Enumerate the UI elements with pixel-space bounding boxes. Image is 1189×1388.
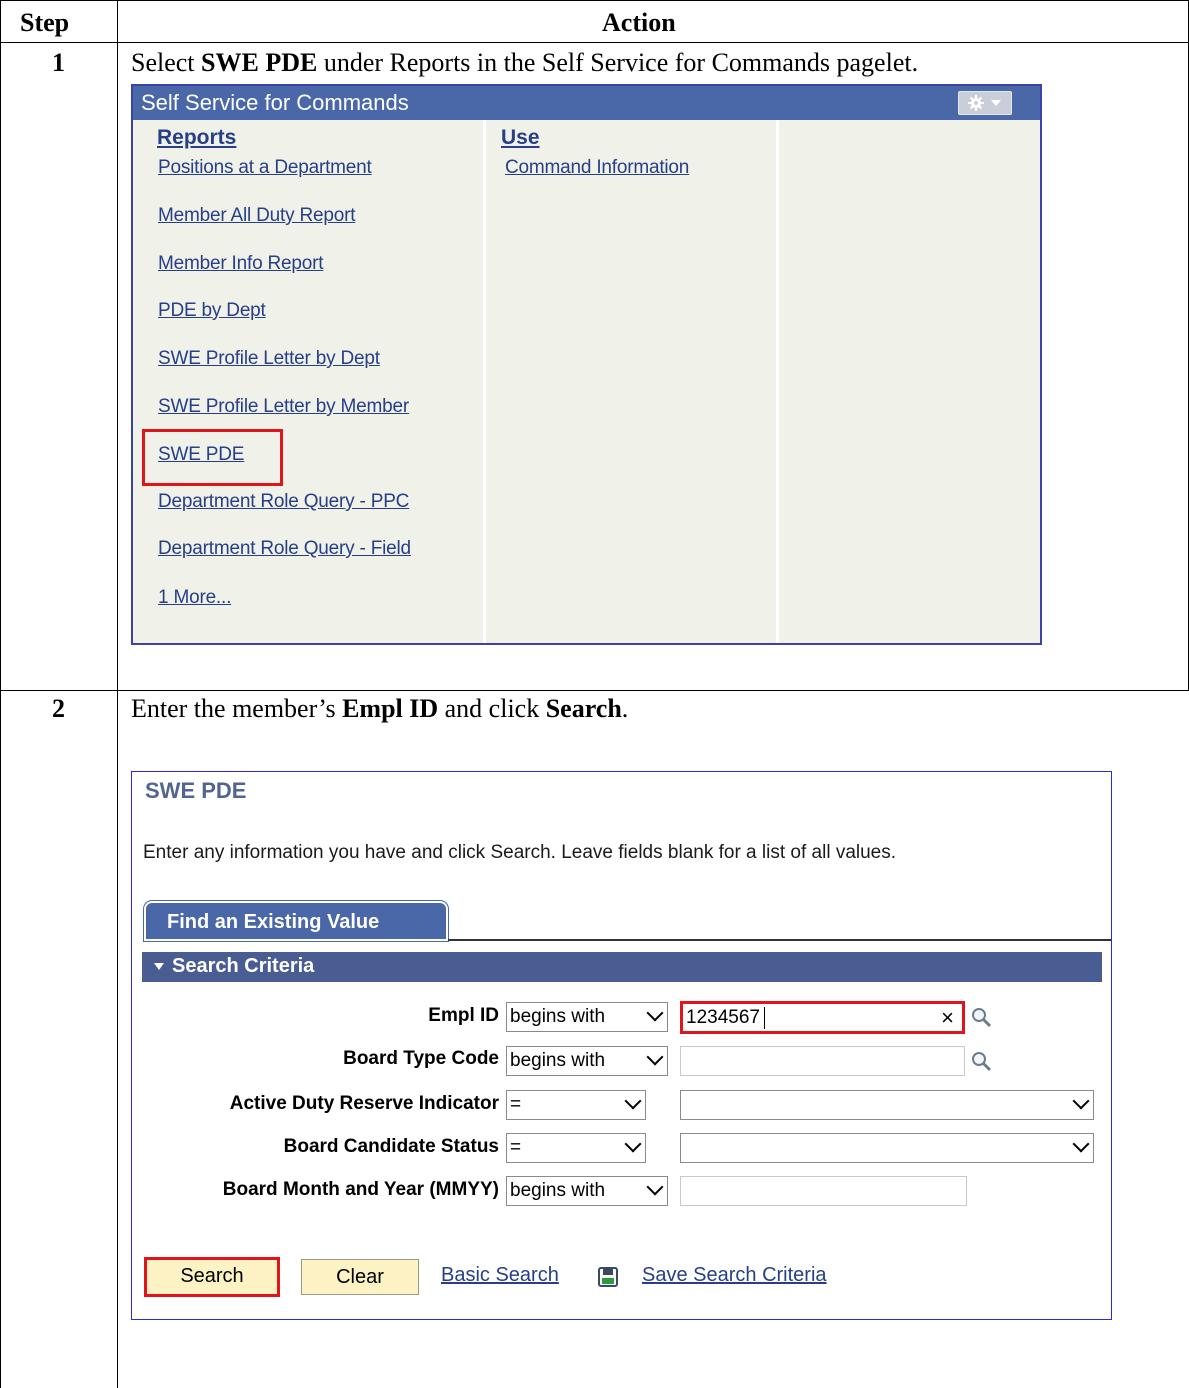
clear-x-icon[interactable]: × xyxy=(941,1005,954,1031)
board-type-code-operator-select[interactable]: begins with xyxy=(506,1046,668,1076)
table-top-border xyxy=(0,0,1189,1)
link-command-information[interactable]: Command Information xyxy=(505,157,689,179)
table-left-border xyxy=(0,0,1,1388)
lookup-magnifier-icon[interactable] xyxy=(970,1050,992,1072)
step-1-instruction: Select SWE PDE under Reports in the Self… xyxy=(131,48,919,77)
pagelet-column-separator xyxy=(483,120,486,643)
tab-find-existing-value[interactable]: Find an Existing Value xyxy=(144,901,448,941)
operator-value: = xyxy=(510,1137,522,1158)
swe-pde-search-page: SWE PDE Enter any information you have a… xyxy=(131,771,1112,1320)
link-pde-by-dept[interactable]: PDE by Dept xyxy=(158,300,266,322)
chevron-down-icon xyxy=(1072,1092,1090,1110)
use-heading[interactable]: Use xyxy=(501,126,540,150)
active-duty-value-select[interactable] xyxy=(680,1090,1094,1120)
table-column-divider xyxy=(117,0,118,1388)
header-step: Step xyxy=(20,8,70,37)
pagelet-titlebar: Self Service for Commands xyxy=(133,86,1040,120)
active-duty-reserve-indicator-label: Active Duty Reserve Indicator xyxy=(229,1093,499,1114)
empl-id-operator-select[interactable]: begins with xyxy=(506,1002,668,1032)
active-duty-operator-select[interactable]: = xyxy=(506,1090,646,1120)
tab-label: Find an Existing Value xyxy=(167,911,380,933)
clear-button[interactable]: Clear xyxy=(301,1259,419,1295)
table-row-divider xyxy=(0,690,1189,691)
board-candidate-status-label: Board Candidate Status xyxy=(283,1136,499,1157)
document-table: Step Action 1 Select SWE PDE under Repor… xyxy=(0,0,1189,1388)
operator-value: begins with xyxy=(510,1180,606,1201)
chevron-down-icon xyxy=(646,1048,664,1066)
step-number-1: 1 xyxy=(52,48,65,77)
board-type-code-input[interactable] xyxy=(680,1046,965,1076)
chevron-down-icon xyxy=(624,1135,642,1153)
step-number-2: 2 xyxy=(52,694,65,723)
lookup-magnifier-icon[interactable] xyxy=(970,1006,992,1028)
empl-id-input[interactable]: 1234567 × xyxy=(680,1001,965,1034)
chevron-down-icon xyxy=(991,100,1001,106)
reports-heading[interactable]: Reports xyxy=(157,126,236,150)
pagelet-column-separator xyxy=(776,120,779,643)
link-department-role-query-field[interactable]: Department Role Query - Field xyxy=(158,538,411,560)
board-candidate-status-operator-select[interactable]: = xyxy=(506,1133,646,1163)
board-month-year-label: Board Month and Year (MMYY) xyxy=(222,1179,499,1200)
save-icon[interactable] xyxy=(597,1266,619,1288)
table-header-divider xyxy=(0,42,1189,43)
link-swe-profile-letter-by-member[interactable]: SWE Profile Letter by Member xyxy=(158,396,409,418)
page-title: SWE PDE xyxy=(145,778,247,803)
chevron-down-icon xyxy=(646,1004,664,1022)
link-member-all-duty-report[interactable]: Member All Duty Report xyxy=(158,205,355,227)
link-department-role-query-ppc[interactable]: Department Role Query - PPC xyxy=(158,491,409,513)
board-month-year-input[interactable] xyxy=(680,1176,967,1206)
empl-id-label: Empl ID xyxy=(428,1005,499,1026)
link-more[interactable]: 1 More... xyxy=(158,587,231,609)
page-description: Enter any information you have and click… xyxy=(143,842,897,863)
empl-id-value: 1234567 xyxy=(686,1007,760,1028)
board-month-year-operator-select[interactable]: begins with xyxy=(506,1176,668,1206)
highlight-swe-pde xyxy=(142,429,283,486)
save-search-criteria-link[interactable]: Save Search Criteria xyxy=(642,1264,827,1287)
pagelet-options-button[interactable] xyxy=(958,91,1012,115)
link-member-info-report[interactable]: Member Info Report xyxy=(158,253,324,275)
link-swe-profile-letter-by-dept[interactable]: SWE Profile Letter by Dept xyxy=(158,348,380,370)
chevron-down-icon xyxy=(624,1092,642,1110)
header-action: Action xyxy=(602,8,676,37)
pagelet-title: Self Service for Commands xyxy=(141,90,409,115)
search-criteria-label: Search Criteria xyxy=(172,955,315,977)
chevron-down-icon xyxy=(1072,1135,1090,1153)
search-button[interactable]: Search xyxy=(144,1257,280,1297)
chevron-down-icon xyxy=(646,1178,664,1196)
board-type-code-label: Board Type Code xyxy=(343,1048,499,1069)
link-positions-at-department[interactable]: Positions at a Department xyxy=(158,157,372,179)
operator-value: begins with xyxy=(510,1006,606,1027)
gear-icon xyxy=(968,95,1001,111)
step-2-instruction: Enter the member’s Empl ID and click Sea… xyxy=(131,694,629,723)
basic-search-link[interactable]: Basic Search xyxy=(441,1264,559,1287)
board-candidate-status-value-select[interactable] xyxy=(680,1133,1094,1163)
self-service-pagelet: Self Service for Commands Reports Use Po… xyxy=(131,84,1042,645)
operator-value: = xyxy=(510,1094,522,1115)
collapse-triangle-icon xyxy=(154,963,164,970)
search-criteria-header[interactable]: Search Criteria xyxy=(142,952,1102,982)
tab-baseline xyxy=(448,939,1111,941)
operator-value: begins with xyxy=(510,1050,606,1071)
text-cursor xyxy=(764,1007,765,1029)
